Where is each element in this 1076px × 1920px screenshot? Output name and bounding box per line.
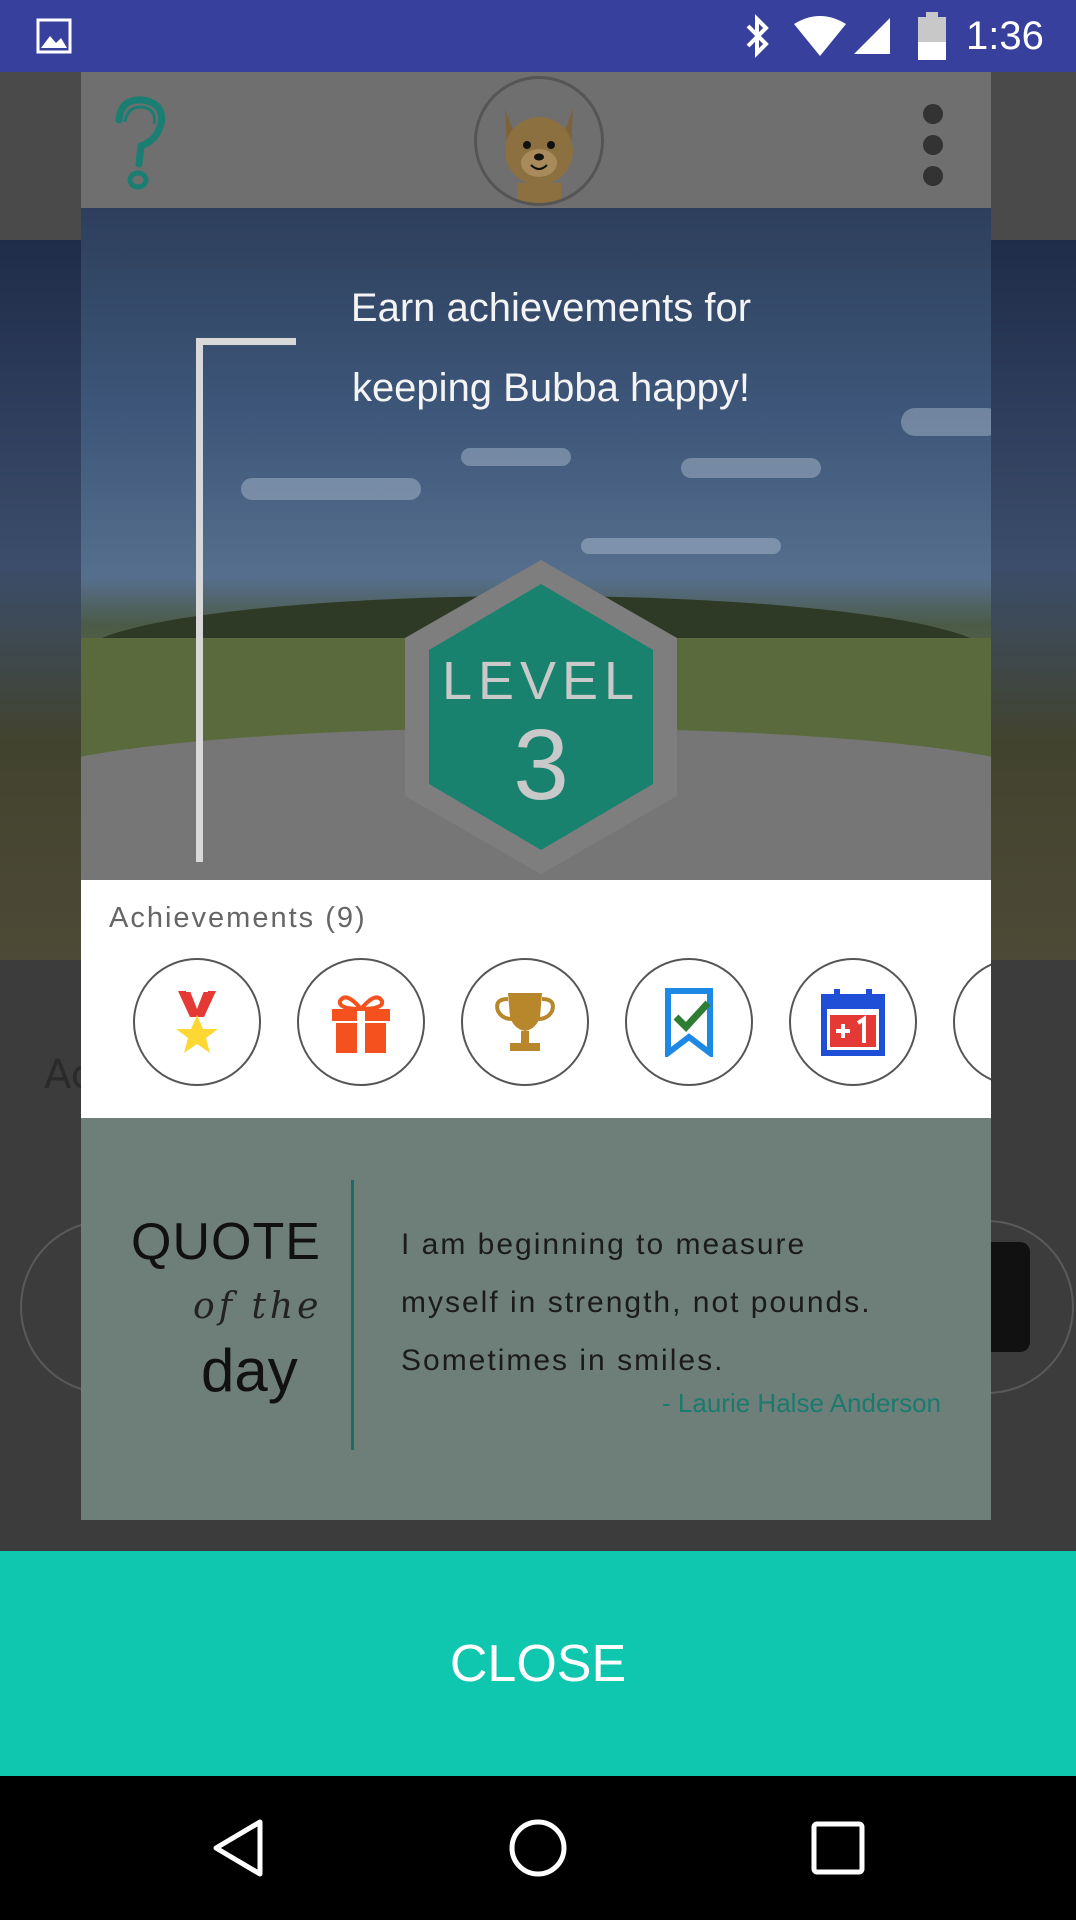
achievement-bookmark[interactable] [625, 958, 753, 1086]
achievement-star[interactable] [953, 958, 991, 1086]
battery-icon [918, 12, 946, 60]
achievement-gift[interactable] [297, 958, 425, 1086]
quote-line: Sometimes in smiles. [401, 1344, 725, 1377]
scene-title-line: Earn achievements for [350, 286, 752, 330]
dog-avatar-icon [505, 109, 573, 203]
quote-title: day [201, 1337, 298, 1404]
quote-text: I am beginning to measure myself in stre… [401, 1216, 971, 1390]
achievements-panel: Achievements (9) [81, 880, 991, 1118]
scene-title-line: keeping Bubba happy! [351, 366, 751, 410]
level-label: LEVEL [441, 651, 641, 711]
calendar-plus-one-icon [821, 989, 885, 1056]
cloud [901, 408, 991, 436]
achievement-calendar[interactable] [789, 958, 917, 1086]
achievements-dialog: Earn achievements for keeping Bubba happ… [81, 72, 991, 1520]
bookmark-check-icon [665, 988, 713, 1057]
level-scene: Earn achievements for keeping Bubba happ… [81, 208, 991, 880]
quote-panel: QUOTE of the day I am beginning to measu… [81, 1118, 991, 1520]
star-icon [982, 987, 991, 1057]
bracket-line [196, 338, 203, 862]
quote-author: - Laurie Halse Anderson [662, 1388, 941, 1418]
medal-icon [176, 990, 218, 1053]
signal-icon [854, 18, 890, 54]
more-vert-icon[interactable] [919, 100, 947, 190]
close-button[interactable]: CLOSE [0, 1551, 1076, 1776]
gallery-icon [36, 18, 72, 54]
close-button-label: CLOSE [449, 1634, 627, 1693]
navigation-bar [0, 1776, 1076, 1920]
status-bar: 1:36 [0, 0, 1076, 72]
back-icon[interactable] [208, 1816, 272, 1880]
cloud [461, 448, 571, 466]
quote-title: of the [193, 1286, 323, 1327]
recents-icon[interactable] [806, 1816, 870, 1880]
dialog-header [81, 72, 991, 208]
question-mark-icon[interactable] [111, 94, 169, 190]
cloud [241, 478, 421, 500]
wifi-icon [794, 16, 846, 56]
quote-line: myself in strength, not pounds. [401, 1286, 872, 1319]
level-number: 3 [513, 709, 569, 821]
achievements-title: Achievements (9) [109, 902, 367, 934]
quote-line: I am beginning to measure [401, 1228, 807, 1261]
quote-title: QUOTE [131, 1213, 321, 1271]
bluetooth-icon [746, 14, 769, 58]
avatar[interactable] [474, 76, 604, 206]
home-icon[interactable] [506, 1816, 570, 1880]
cloud [681, 458, 821, 478]
trophy-icon [495, 993, 555, 1051]
achievement-trophy[interactable] [461, 958, 589, 1086]
status-time: 1:36 [966, 14, 1044, 58]
scene-title: Earn achievements for keeping Bubba happ… [251, 268, 851, 428]
gift-icon [332, 995, 390, 1053]
achievement-medal[interactable] [133, 958, 261, 1086]
quote-divider [351, 1180, 354, 1450]
